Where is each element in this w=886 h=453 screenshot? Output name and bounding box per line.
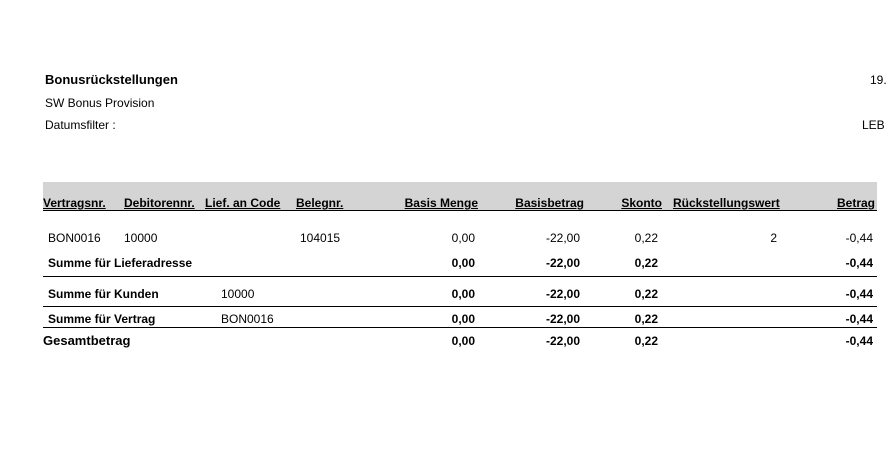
detail-belegnr: 104015: [300, 231, 341, 245]
sum-vertrag-basis-menge: 0,00: [451, 312, 475, 326]
report-user: LEB: [862, 118, 885, 132]
sum-vertrag-basisbetrag: -22,00: [545, 312, 580, 326]
sum-lieferadresse-label: Summe für Lieferadresse: [48, 256, 193, 270]
sum-kunden-basis-menge: 0,00: [451, 287, 475, 301]
col-basis-menge: Basis Menge: [404, 196, 478, 210]
rule-kunden-top: [43, 276, 877, 277]
col-basisbetrag: Basisbetrag: [515, 196, 584, 210]
report-subtitle: SW Bonus Provision: [45, 96, 155, 110]
col-lief-an-code: Lief. an Code: [205, 196, 281, 210]
sum-kunden-skonto: 0,22: [634, 287, 658, 301]
gesamt-label: Gesamtbetrag: [43, 333, 131, 348]
detail-skonto: 0,22: [634, 231, 658, 245]
detail-rueckstellungswert: 2: [770, 231, 777, 245]
sum-lieferadresse-basisbetrag: -22,00: [545, 256, 580, 270]
detail-debitorennr: 10000: [124, 231, 158, 245]
sum-vertrag-code: BON0016: [221, 312, 274, 326]
gesamt-skonto: 0,22: [634, 334, 658, 348]
col-betrag: Betrag: [836, 196, 875, 210]
report-title: Bonusrückstellungen: [45, 72, 178, 87]
sum-lieferadresse-skonto: 0,22: [634, 256, 658, 270]
gesamt-betrag: -0,44: [845, 334, 873, 348]
col-vertragsnr: Vertragsnr.: [43, 196, 106, 210]
col-belegnr: Belegnr.: [296, 196, 344, 210]
col-rueckstellungswert: Rückstellungswert: [673, 196, 780, 210]
sum-vertrag-label: Summe für Vertrag: [48, 312, 156, 326]
gesamt-basisbetrag: -22,00: [545, 334, 580, 348]
sum-kunden-code: 10000: [221, 287, 255, 301]
detail-basisbetrag: -22,00: [545, 231, 580, 245]
sum-lieferadresse-betrag: -0,44: [845, 256, 873, 270]
col-debitorennr: Debitorennr.: [124, 196, 195, 210]
rule-vertrag-top: [43, 306, 877, 307]
report-date: 19.: [870, 73, 886, 87]
column-header-rule: [43, 210, 877, 211]
detail-vertragsnr: BON0016: [48, 231, 101, 245]
sum-vertrag-skonto: 0,22: [634, 312, 658, 326]
sum-vertrag-betrag: -0,44: [845, 312, 873, 326]
sum-kunden-basisbetrag: -22,00: [545, 287, 580, 301]
detail-betrag: -0,44: [845, 231, 873, 245]
rule-gesamt-top: [43, 327, 877, 328]
sum-kunden-betrag: -0,44: [845, 287, 873, 301]
gesamt-basis-menge: 0,00: [451, 334, 475, 348]
detail-basis-menge: 0,00: [451, 231, 475, 245]
sum-lieferadresse-basis-menge: 0,00: [451, 256, 475, 270]
col-skonto: Skonto: [621, 196, 662, 210]
sum-kunden-label: Summe für Kunden: [48, 287, 159, 301]
date-filter-label: Datumsfilter :: [45, 118, 116, 132]
